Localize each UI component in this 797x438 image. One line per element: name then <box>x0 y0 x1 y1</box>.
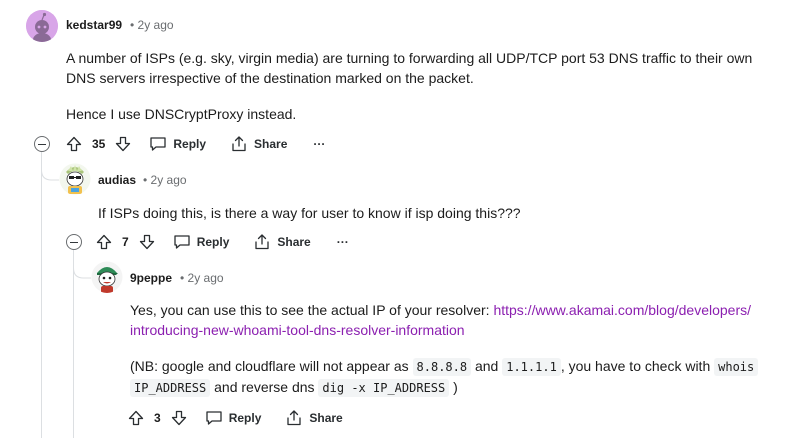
comment-body-line: DNS servers irrespective of the destinat… <box>66 70 474 86</box>
resolver-link[interactable]: https://www.akamai.com/blog/developers/ <box>493 302 751 318</box>
upvote-icon <box>96 234 112 250</box>
more-options-button[interactable]: ··· <box>337 228 349 256</box>
vote-count: 3 <box>154 411 161 425</box>
comment-body-line: Yes, you can use this to see the actual … <box>130 300 751 320</box>
upvote-icon <box>66 136 82 152</box>
comment-bubble-icon <box>206 411 222 425</box>
snoo-avatar-icon <box>91 261 123 293</box>
avatar[interactable] <box>59 163 91 195</box>
upvote-button[interactable] <box>92 228 116 256</box>
downvote-button[interactable] <box>135 228 159 256</box>
reply-label: Reply <box>173 137 207 151</box>
resolver-link[interactable]: introducing-new-whoami-tool-dns-resolver… <box>130 322 465 338</box>
snoo-avatar-icon <box>26 10 58 42</box>
comment-text: ) <box>449 379 458 395</box>
comment-bubble-icon <box>174 235 190 249</box>
share-icon <box>232 136 246 152</box>
comment-actions: 3 Reply Share <box>124 404 343 432</box>
downvote-icon <box>116 136 131 152</box>
more-icon: ··· <box>313 137 326 151</box>
share-button[interactable]: Share <box>285 404 343 432</box>
reply-button[interactable]: Reply <box>149 130 206 158</box>
reply-label: Reply <box>228 411 262 425</box>
collapse-icon[interactable] <box>66 234 82 250</box>
reply-label: Reply <box>196 235 230 249</box>
comment-body-line: Hence I use DNSCryptProxy instead. <box>66 106 297 122</box>
share-icon <box>255 234 270 250</box>
comment-text: (NB: google and cloudflare will not appe… <box>130 358 413 374</box>
comment-body-line: IP_ADDRESS and reverse dns dig -x IP_ADD… <box>130 377 458 398</box>
inline-code: 1.1.1.1 <box>502 358 561 376</box>
share-button[interactable]: Share <box>230 130 287 158</box>
comment-timestamp: • 2y ago <box>130 18 174 32</box>
downvote-icon <box>139 234 154 250</box>
comment-timestamp: • 2y ago <box>180 271 224 285</box>
reply-button[interactable]: Reply <box>173 228 230 256</box>
comment-text: , you have to check with <box>560 358 715 374</box>
vote-count: 35 <box>92 137 106 151</box>
inline-code: whois <box>714 358 759 376</box>
snoo-avatar-icon <box>59 163 91 195</box>
comment-author[interactable]: kedstar99 <box>66 18 122 32</box>
inline-code: dig -x IP_ADDRESS <box>318 379 450 397</box>
comment-text: and <box>471 358 503 374</box>
comment-author[interactable]: 9peppe <box>130 271 172 285</box>
comment-timestamp: • 2y ago <box>143 173 187 187</box>
more-icon: ··· <box>336 235 349 249</box>
share-icon <box>287 410 302 426</box>
share-label: Share <box>309 411 343 425</box>
thread-connector <box>73 250 93 279</box>
inline-code: 8.8.8.8 <box>412 358 472 376</box>
thread-line <box>41 152 42 438</box>
upvote-button[interactable] <box>124 404 148 432</box>
comment-actions: 35 Reply Share ··· <box>62 130 325 158</box>
comment-text: Yes, you can use this to see the actual … <box>130 302 494 318</box>
downvote-button[interactable] <box>167 404 191 432</box>
vote-count: 7 <box>122 235 129 249</box>
upvote-icon <box>128 410 144 426</box>
avatar[interactable] <box>26 10 58 42</box>
share-label: Share <box>277 235 311 249</box>
downvote-icon <box>171 410 186 426</box>
downvote-button[interactable] <box>111 130 135 158</box>
comment-text: and reverse dns <box>210 379 319 395</box>
comment-actions: 7 Reply Share ··· <box>92 228 349 256</box>
share-button[interactable]: Share <box>253 228 311 256</box>
more-options-button[interactable]: ··· <box>313 130 325 158</box>
collapse-icon[interactable] <box>34 136 50 152</box>
reply-button[interactable]: Reply <box>205 404 262 432</box>
avatar[interactable] <box>91 261 123 293</box>
comment-author[interactable]: audias <box>98 173 136 187</box>
upvote-button[interactable] <box>62 130 86 158</box>
comment-bubble-icon <box>150 137 167 151</box>
comment-body-line: If ISPs doing this, is there a way for u… <box>98 205 521 221</box>
comment-body-line: A number of ISPs (e.g. sky, virgin media… <box>66 50 753 66</box>
comment-body-line: introducing-new-whoami-tool-dns-resolver… <box>130 320 465 340</box>
comment-body-line: (NB: google and cloudflare will not appe… <box>130 356 759 377</box>
share-label: Share <box>254 137 288 151</box>
inline-code: IP_ADDRESS <box>130 379 211 397</box>
